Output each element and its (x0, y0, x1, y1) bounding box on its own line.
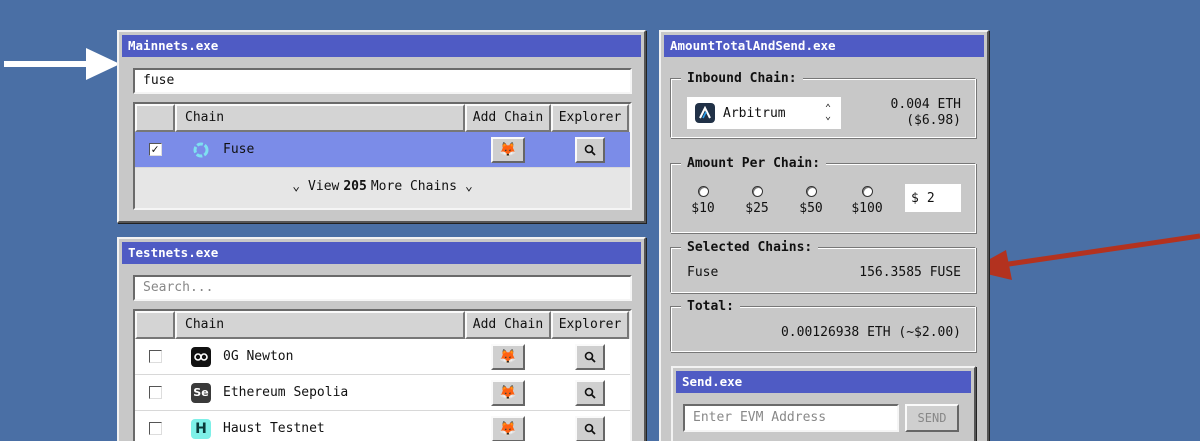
row-checkbox[interactable] (148, 386, 162, 399)
header-select-all[interactable] (135, 311, 175, 339)
explorer-search-button[interactable] (575, 415, 605, 441)
amount-per-chain-group: Amount Per Chain: $10 $25 $50 $100 $ 2 (670, 156, 976, 233)
white-arrow-annotation (4, 48, 120, 80)
amount-option-label: $100 (851, 201, 883, 216)
header-add-chain[interactable]: Add Chain (465, 311, 551, 339)
amount-option-25[interactable]: $25 (739, 186, 775, 216)
amount-option-label: $10 (691, 201, 715, 216)
evm-address-input[interactable]: Enter EVM Address (683, 404, 899, 432)
testnets-chain-table: Chain Add Chain Explorer 0G Newton 🦊 Se … (133, 309, 632, 441)
selected-chains-group: Selected Chains: Fuse 156.3585 FUSE (670, 240, 976, 293)
view-more-suffix: More Chains (370, 178, 457, 194)
table-row[interactable]: ✓ Fuse 🦊 (135, 132, 630, 168)
testnets-window: Testnets.exe Search... Chain Add Chain E… (117, 237, 646, 441)
selected-chain-amount: 156.3585 FUSE (859, 265, 961, 280)
metamask-fox-icon: 🦊 (499, 348, 517, 365)
amount-option-100[interactable]: $100 (847, 186, 887, 216)
row-checkbox[interactable] (148, 350, 162, 363)
haust-logo-icon: H (191, 418, 211, 439)
arbitrum-logo-icon (695, 103, 715, 123)
amount-option-label: $50 (799, 201, 823, 216)
table-header: Chain Add Chain Explorer (135, 311, 630, 339)
header-explorer[interactable]: Explorer (551, 104, 629, 132)
add-chain-metamask-button[interactable]: 🦊 (491, 343, 525, 370)
add-chain-metamask-button[interactable]: 🦊 (491, 415, 525, 441)
chevron-down-icon: ⌄ (292, 178, 301, 194)
add-chain-metamask-button[interactable]: 🦊 (491, 136, 525, 163)
custom-amount-input[interactable]: $ 2 (905, 184, 961, 212)
metamask-fox-icon: 🦊 (499, 384, 517, 401)
select-updown-icon: ⌃ ⌄ (824, 103, 831, 122)
table-row[interactable]: H Haust Testnet 🦊 (135, 411, 630, 441)
mainnets-search-input[interactable]: fuse (133, 68, 632, 94)
chain-name: 0G Newton (223, 349, 294, 364)
table-header: Chain Add Chain Explorer (135, 104, 630, 132)
header-select-all[interactable] (135, 104, 175, 132)
header-chain[interactable]: Chain (175, 311, 465, 339)
mainnets-window: Mainnets.exe fuse Chain Add Chain Explor… (117, 30, 646, 223)
search-icon (584, 387, 596, 399)
chevron-down-icon: ⌄ (464, 178, 473, 194)
radio-button[interactable] (751, 186, 763, 197)
search-icon (584, 144, 596, 156)
selected-chain-name: Fuse (687, 265, 719, 280)
amount-per-chain-label: Amount Per Chain: (681, 156, 827, 172)
mainnets-chain-table: Chain Add Chain Explorer ✓ Fuse 🦊 ⌄ View… (133, 102, 632, 210)
search-icon (584, 423, 596, 435)
header-explorer[interactable]: Explorer (551, 311, 629, 339)
explorer-search-button[interactable] (575, 343, 605, 370)
view-more-chains-button[interactable]: ⌄ View 205 More Chains ⌄ (135, 168, 630, 204)
row-checkbox[interactable] (148, 422, 162, 435)
explorer-search-button[interactable] (575, 136, 605, 163)
table-row[interactable]: Se Ethereum Sepolia 🦊 (135, 375, 630, 411)
view-more-prefix: View (308, 178, 340, 194)
sepolia-logo-icon: Se (191, 382, 211, 403)
metamask-fox-icon: 🦊 (499, 420, 517, 437)
amount-window-title: AmountTotalAndSend.exe (664, 35, 984, 57)
inbound-chain-value: Arbitrum (723, 105, 786, 121)
send-button[interactable]: SEND (905, 404, 959, 432)
header-chain[interactable]: Chain (175, 104, 465, 132)
red-arrow-annotation (970, 233, 1200, 280)
total-label: Total: (681, 299, 740, 315)
custom-amount-value: 2 (926, 190, 935, 206)
testnets-title: Testnets.exe (122, 242, 641, 264)
total-value: 0.00126938 ETH (~$2.00) (780, 325, 961, 340)
inbound-usd-amount: ($6.98) (906, 113, 961, 128)
more-chains-count: 205 (343, 178, 367, 194)
row-checkbox[interactable]: ✓ (148, 143, 162, 156)
total-group: Total: 0.00126938 ETH (~$2.00) (670, 299, 976, 352)
metamask-fox-icon: 🦊 (499, 141, 517, 158)
add-chain-metamask-button[interactable]: 🦊 (491, 379, 525, 406)
explorer-search-button[interactable] (575, 379, 605, 406)
chain-name: Fuse (223, 142, 255, 157)
amount-option-label: $25 (745, 201, 769, 216)
mainnets-title: Mainnets.exe (122, 35, 641, 57)
amount-option-10[interactable]: $10 (685, 186, 721, 216)
radio-button[interactable] (861, 186, 873, 197)
0g-logo-icon (191, 346, 211, 367)
inbound-chain-select[interactable]: Arbitrum ⌃ ⌄ (687, 97, 841, 129)
search-icon (584, 351, 596, 363)
amount-option-50[interactable]: $50 (793, 186, 829, 216)
inbound-chain-group: Inbound Chain: Arbitrum ⌃ ⌄ 0.004 ETH ($6… (670, 71, 976, 138)
table-row[interactable]: 0G Newton 🦊 (135, 339, 630, 375)
amount-total-send-window: AmountTotalAndSend.exe Inbound Chain: Ar… (659, 30, 989, 441)
fuse-logo-icon (191, 140, 211, 160)
radio-button[interactable] (805, 186, 817, 197)
chain-name: Haust Testnet (223, 421, 325, 436)
currency-symbol: $ (911, 190, 919, 206)
selected-chains-label: Selected Chains: (681, 240, 819, 256)
inbound-chain-label: Inbound Chain: (681, 71, 803, 87)
send-window: Send.exe Enter EVM Address SEND (671, 366, 976, 441)
inbound-eth-amount: 0.004 ETH (890, 97, 961, 112)
radio-button[interactable] (697, 186, 709, 197)
testnets-search-input[interactable]: Search... (133, 275, 632, 301)
header-add-chain[interactable]: Add Chain (465, 104, 551, 132)
send-window-title: Send.exe (676, 371, 971, 393)
chain-name: Ethereum Sepolia (223, 385, 349, 400)
